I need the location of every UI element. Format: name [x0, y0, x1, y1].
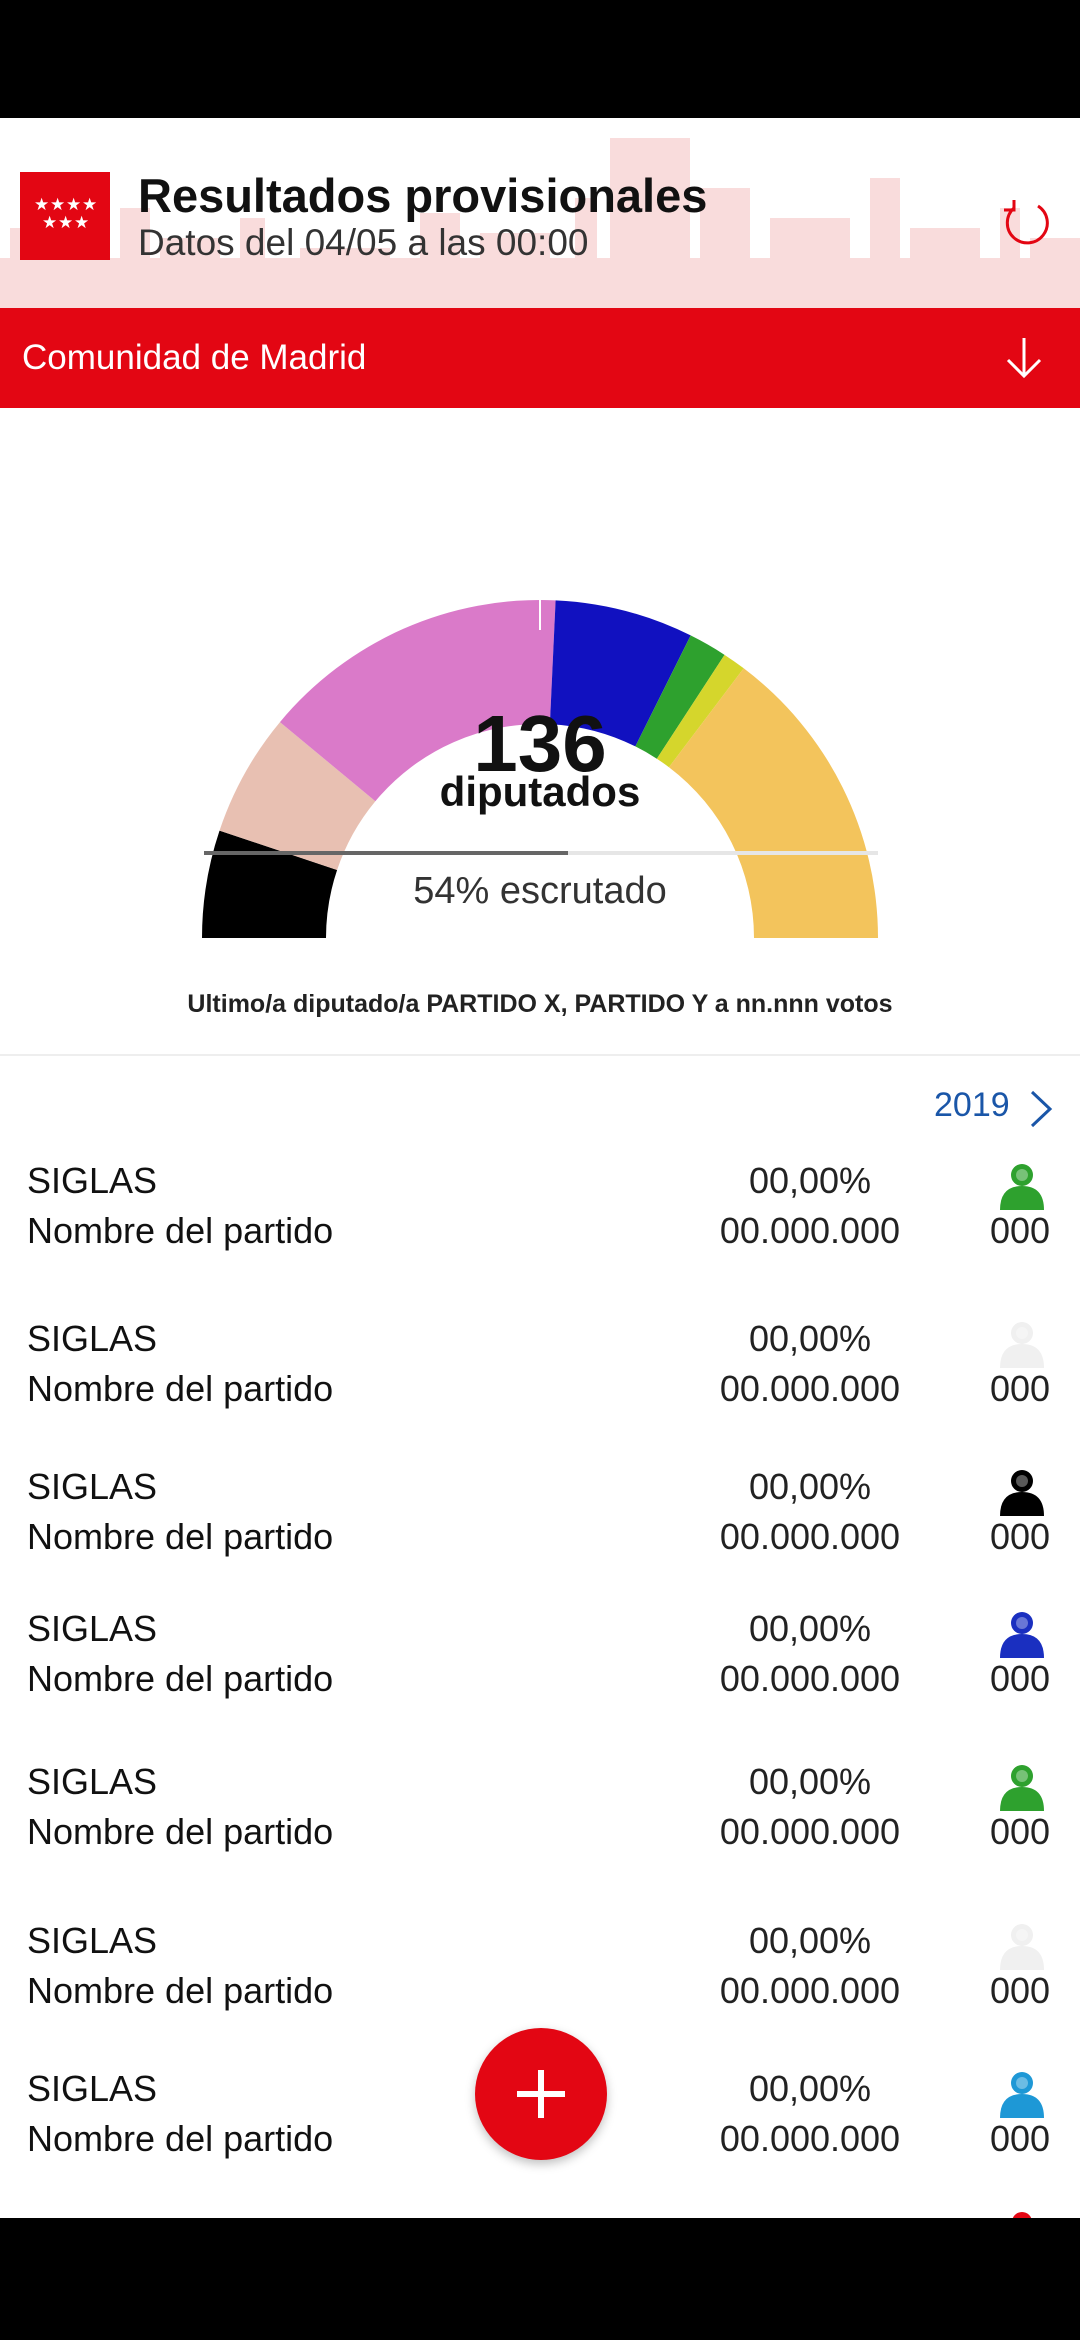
svg-text:★: ★: [82, 195, 97, 215]
party-row[interactable]: SIGLAS Nombre del partido 00,00% 00.000.000…: [0, 1761, 1080, 1871]
person-icon: [1000, 2072, 1044, 2118]
party-percentage: 00,00%: [748, 1920, 872, 1961]
person-icon: [1000, 1470, 1044, 1516]
party-votes: 00.000.000: [719, 1658, 901, 1699]
svg-text:★: ★: [58, 213, 73, 233]
svg-text:★: ★: [74, 213, 89, 233]
party-votes: 00.000.000: [719, 1210, 901, 1251]
region-selector[interactable]: Comunidad de Madrid: [0, 308, 1080, 408]
header: ★ ★ ★ ★ ★ ★ ★ Resultados provisionales Datos …: [0, 118, 1080, 308]
party-seats: 000: [989, 1516, 1051, 1557]
chevron-right-icon[interactable]: [1026, 1086, 1056, 1132]
party-seats: 000: [989, 1210, 1051, 1251]
svg-text:★: ★: [66, 195, 81, 215]
comunidad-madrid-logo: ★ ★ ★ ★ ★ ★ ★: [20, 172, 110, 260]
party-acronym: SIGLAS: [27, 2068, 158, 2109]
party-votes: 00.000.000: [719, 1368, 901, 1409]
total-seats-caption: diputados: [439, 768, 641, 815]
party-name: Nombre del partido: [27, 1210, 334, 1251]
party-percentage: 00,00%: [748, 1160, 872, 1201]
party-seats: 000: [989, 1368, 1051, 1409]
person-icon: [1000, 1765, 1044, 1811]
person-icon: [1000, 1612, 1044, 1658]
party-seats: 000: [989, 2118, 1051, 2159]
party-row[interactable]: SIGLAS Nombre del partido 00,00% 00.000.000…: [0, 1608, 1080, 1718]
party-name: Nombre del partido: [27, 1970, 334, 2011]
last-seat-info: Ultimo/a diputado/a PARTIDO X, PARTIDO Y…: [187, 990, 893, 1018]
year-link-2019[interactable]: 2019: [934, 1086, 1010, 1125]
party-votes: 00.000.000: [719, 2118, 901, 2159]
page-title: Resultados provisionales: [138, 169, 708, 222]
party-percentage: 00,00%: [748, 1318, 872, 1359]
arrow-down-icon: [1006, 338, 1042, 379]
party-seats: 000: [989, 1970, 1051, 2011]
party-acronym: SIGLAS: [27, 1761, 158, 1802]
scrutiny-label: 54% escrutado: [413, 870, 667, 912]
party-percentage: 00,00%: [748, 2068, 872, 2109]
region-label: Comunidad de Madrid: [22, 338, 367, 377]
party-percentage: 00,00%: [748, 1466, 872, 1507]
party-name: Nombre del partido: [27, 1368, 334, 1409]
party-row[interactable]: SIGLAS Nombre del partido 00,00% 00.000.000…: [0, 1160, 1080, 1270]
party-votes: 00.000.000: [719, 1516, 901, 1557]
party-acronym: SIGLAS: [27, 1160, 158, 1201]
plus-icon: [517, 2070, 565, 2118]
party-row[interactable]: SIGLAS Nombre del partido 00,00% 00.000.000…: [0, 1466, 1080, 1576]
party-votes: 00.000.000: [719, 1970, 901, 2011]
person-icon: [1000, 1322, 1044, 1368]
party-name: Nombre del partido: [27, 2118, 334, 2159]
party-percentage: 00,00%: [748, 1608, 872, 1649]
svg-text:★: ★: [42, 213, 57, 233]
party-percentage: 00,00%: [748, 1761, 872, 1802]
party-name: Nombre del partido: [27, 1811, 334, 1852]
party-acronym: SIGLAS: [27, 1466, 158, 1507]
partial-party-icon: [1012, 2212, 1032, 2218]
party-acronym: SIGLAS: [27, 1318, 158, 1359]
data-timestamp: Datos del 04/05 a las 00:00: [138, 222, 589, 263]
party-acronym: SIGLAS: [27, 1920, 158, 1961]
refresh-icon[interactable]: [998, 194, 1054, 250]
party-acronym: SIGLAS: [27, 1608, 158, 1649]
person-icon: [1000, 1924, 1044, 1970]
party-votes: 00.000.000: [719, 1811, 901, 1852]
divider: [0, 1054, 1080, 1056]
scrutiny-progress-bar: [204, 851, 878, 855]
party-seats: 000: [989, 1811, 1051, 1852]
svg-text:★: ★: [34, 195, 49, 215]
svg-text:★: ★: [50, 195, 65, 215]
party-seats: 000: [989, 1658, 1051, 1699]
app-screen: ★ ★ ★ ★ ★ ★ ★ Resultados provisionales Datos …: [0, 118, 1080, 2218]
party-name: Nombre del partido: [27, 1658, 334, 1699]
add-button[interactable]: [475, 2028, 607, 2160]
scrutiny-progress-fill: [204, 851, 568, 855]
party-row[interactable]: SIGLAS Nombre del partido 00,00% 00.000.000…: [0, 1920, 1080, 2030]
party-name: Nombre del partido: [27, 1516, 334, 1557]
person-icon: [1000, 1164, 1044, 1210]
party-row[interactable]: SIGLAS Nombre del partido 00,00% 00.000.000…: [0, 1318, 1080, 1428]
